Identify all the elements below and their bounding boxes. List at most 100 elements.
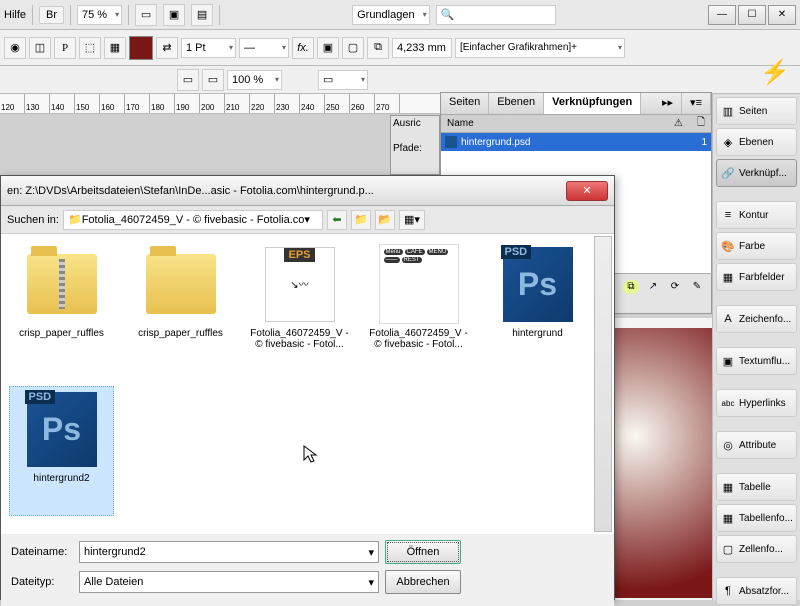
column-name: Name bbox=[447, 118, 674, 129]
file-item-psd-selected[interactable]: PSDPs hintergrund2 bbox=[9, 386, 114, 516]
look-in-dropdown[interactable]: 📁 Fotolia_46072459_V - © fivebasic - Fot… bbox=[63, 210, 323, 230]
object-style-dropdown[interactable]: [Einfacher Grafikrahmen]+ bbox=[455, 38, 625, 58]
crop-icon[interactable]: ⧉ bbox=[367, 37, 389, 59]
minimize-button[interactable]: — bbox=[708, 5, 736, 25]
attributes-icon: ◎ bbox=[721, 438, 735, 452]
file-item-psd[interactable]: PSDPs hintergrund bbox=[485, 242, 590, 372]
width-input[interactable] bbox=[392, 38, 452, 58]
open-button[interactable]: Öffnen bbox=[385, 540, 461, 564]
cancel-button[interactable]: Abbrechen bbox=[385, 570, 461, 594]
page-icon: 🗋 bbox=[697, 115, 705, 132]
panel-tabellenformat[interactable]: ▦Tabellenfo... bbox=[716, 504, 797, 532]
panel-kontur[interactable]: ≡Kontur bbox=[716, 201, 797, 229]
new-folder-icon[interactable]: 📂 bbox=[375, 210, 395, 230]
effects-dropdown[interactable]: ▭ bbox=[318, 70, 368, 90]
view-menu-icon[interactable]: ▦▾ bbox=[399, 210, 425, 230]
dialog-close-button[interactable]: ✕ bbox=[566, 181, 608, 201]
file-item-folder[interactable]: crisp_paper_ruffles bbox=[128, 242, 233, 372]
parastyle-icon: ¶ bbox=[721, 584, 735, 598]
zoom-dropdown[interactable]: 75 % bbox=[77, 5, 122, 25]
tab-seiten[interactable]: Seiten bbox=[441, 93, 489, 114]
panel-tabelle[interactable]: ▦Tabelle bbox=[716, 473, 797, 501]
panel-seiten[interactable]: ▥Seiten bbox=[716, 97, 797, 125]
tool-icon[interactable]: ⬚ bbox=[79, 37, 101, 59]
relink-icon[interactable]: ⧉ bbox=[623, 280, 639, 294]
look-in-label: Suchen in: bbox=[7, 214, 59, 226]
panel-zellenformat[interactable]: ▢Zellenfo... bbox=[716, 535, 797, 563]
panel-hyperlinks[interactable]: abcHyperlinks bbox=[716, 389, 797, 417]
align-panel[interactable]: Ausric Pfade: bbox=[390, 115, 440, 175]
lightning-icon[interactable]: ⚡ bbox=[760, 58, 790, 87]
tool-icon[interactable]: ◫ bbox=[29, 37, 51, 59]
filename-label: Dateiname: bbox=[11, 546, 73, 558]
goto-link-icon[interactable]: ↗ bbox=[645, 280, 661, 294]
wrap-icon[interactable]: ▢ bbox=[342, 37, 364, 59]
top-menu-bar: Hilfe Br 75 % ▭ ▣ ▤ Grundlagen 🔍 — ☐ ✕ bbox=[0, 0, 800, 30]
pages-icon: ▥ bbox=[721, 104, 735, 118]
control-toolbar-2: ▭ ▭ 100 % ▭ bbox=[0, 66, 800, 94]
links-icon: 🔗 bbox=[721, 166, 735, 180]
file-item-eps[interactable]: EPS↘〰 Fotolia_46072459_V - © fivebasic -… bbox=[247, 242, 352, 372]
edit-original-icon[interactable]: ✎ bbox=[689, 280, 705, 294]
align-icon[interactable]: ▭ bbox=[202, 69, 224, 91]
file-label: Fotolia_46072459_V - © fivebasic - Fotol… bbox=[249, 328, 350, 350]
file-item-vector[interactable]: MenuCAFÉMENU——REST Fotolia_46072459_V - … bbox=[366, 242, 471, 372]
panel-farbfelder[interactable]: ▦Farbfelder bbox=[716, 263, 797, 291]
panel-zeichen[interactable]: AZeichenfo... bbox=[716, 305, 797, 333]
tool-text-icon[interactable]: P bbox=[54, 37, 76, 59]
up-icon[interactable]: 📁 bbox=[351, 210, 371, 230]
tab-ebenen[interactable]: Ebenen bbox=[489, 93, 544, 114]
panel-absatzformat[interactable]: ¶Absatzfor... bbox=[716, 577, 797, 605]
stroke-weight-dropdown[interactable]: 1 Pt bbox=[181, 38, 236, 58]
panel-verknuepfungen[interactable]: 🔗Verknüpf... bbox=[716, 159, 797, 187]
file-item-folder[interactable]: crisp_paper_ruffles bbox=[9, 242, 114, 372]
psd-icon: PSDPs bbox=[27, 392, 97, 467]
file-list[interactable]: crisp_paper_ruffles crisp_paper_ruffles … bbox=[1, 234, 614, 534]
dialog-title-text: en: Z:\DVDs\Arbeitsdateien\Stefan\InDe..… bbox=[7, 185, 374, 197]
panel-farbe[interactable]: 🎨Farbe bbox=[716, 232, 797, 260]
panel-textumfluss[interactable]: ▣Textumflu... bbox=[716, 347, 797, 375]
table-icon: ▦ bbox=[721, 480, 735, 494]
psd-icon: PSDPs bbox=[503, 247, 573, 322]
update-link-icon[interactable]: ⟳ bbox=[667, 280, 683, 294]
swatches-icon: ▦ bbox=[721, 270, 735, 284]
filename-input[interactable]: hintergrund2 bbox=[79, 541, 379, 563]
help-menu[interactable]: Hilfe bbox=[4, 9, 26, 21]
file-label: hintergrund bbox=[512, 328, 563, 339]
view-mode-icon[interactable]: ▭ bbox=[135, 4, 157, 26]
dialog-titlebar[interactable]: en: Z:\DVDs\Arbeitsdateien\Stefan\InDe..… bbox=[1, 176, 614, 206]
panel-ebenen[interactable]: ◈Ebenen bbox=[716, 128, 797, 156]
arrange-icon[interactable]: ▤ bbox=[191, 4, 213, 26]
close-button[interactable]: ✕ bbox=[768, 5, 796, 25]
tab-verknuepfungen[interactable]: Verknüpfungen bbox=[544, 93, 641, 114]
workspace-dropdown[interactable]: Grundlagen bbox=[352, 5, 430, 25]
wrap-icon[interactable]: ▣ bbox=[317, 37, 339, 59]
tablestyle-icon: ▦ bbox=[721, 511, 735, 525]
stroke-style-dropdown[interactable]: — bbox=[239, 38, 289, 58]
bridge-button[interactable]: Br bbox=[39, 6, 64, 24]
fx-icon[interactable]: fx. bbox=[292, 37, 314, 59]
search-input[interactable]: 🔍 bbox=[436, 5, 556, 25]
panel-menu-icon[interactable]: ▾≡ bbox=[682, 93, 711, 114]
filetype-dropdown[interactable]: Alle Dateien bbox=[79, 571, 379, 593]
file-label: hintergrund2 bbox=[33, 473, 89, 484]
collapse-icon[interactable]: ▸▸ bbox=[654, 93, 682, 114]
link-page: 1 bbox=[701, 137, 707, 148]
align-icon[interactable]: ▭ bbox=[177, 69, 199, 91]
back-icon[interactable]: ⬅ bbox=[327, 210, 347, 230]
tool-icon[interactable]: ◉ bbox=[4, 37, 26, 59]
file-label: Fotolia_46072459_V - © fivebasic - Fotol… bbox=[368, 328, 469, 350]
warning-icon: ⚠ bbox=[674, 118, 683, 129]
tool-icon[interactable]: ▦ bbox=[104, 37, 126, 59]
panel-attribute[interactable]: ◎Attribute bbox=[716, 431, 797, 459]
link-row[interactable]: hintergrund.psd 1 bbox=[441, 133, 711, 151]
character-icon: A bbox=[721, 312, 735, 326]
screen-mode-icon[interactable]: ▣ bbox=[163, 4, 185, 26]
swap-icon[interactable]: ⇄ bbox=[156, 37, 178, 59]
panel-dock: ▥Seiten ◈Ebenen 🔗Verknüpf... ≡Kontur 🎨Fa… bbox=[712, 94, 800, 600]
maximize-button[interactable]: ☐ bbox=[738, 5, 766, 25]
pfade-label: Pfade: bbox=[393, 143, 437, 154]
fill-swatch[interactable] bbox=[129, 36, 153, 60]
scale-dropdown[interactable]: 100 % bbox=[227, 70, 282, 90]
file-open-dialog: en: Z:\DVDs\Arbeitsdateien\Stefan\InDe..… bbox=[0, 175, 615, 600]
